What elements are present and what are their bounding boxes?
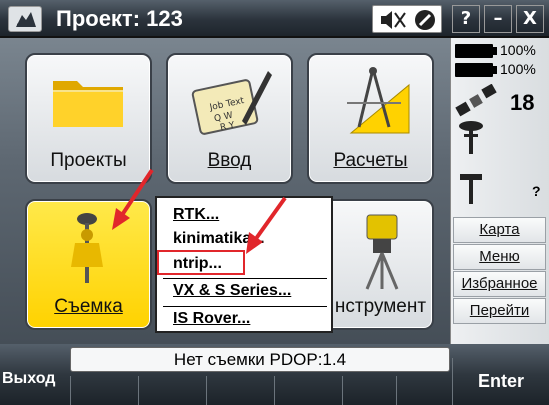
soft-key-2[interactable]	[138, 376, 206, 405]
favorites-button[interactable]: Избранное	[453, 271, 546, 297]
arrow-to-survey-icon	[112, 168, 154, 230]
goto-button[interactable]: Перейти	[453, 298, 546, 324]
exit-button[interactable]: Выход	[0, 370, 70, 388]
battery-icon	[455, 44, 493, 58]
battery-2-level: 100%	[500, 61, 536, 77]
battery-tip	[493, 66, 497, 74]
soft-key-6[interactable]	[396, 376, 452, 405]
satellite-icon[interactable]	[455, 84, 505, 118]
arrow-to-ntrip-icon	[246, 196, 287, 254]
enter-button[interactable]: Enter	[452, 358, 549, 405]
satellite-count: 18	[510, 90, 535, 115]
soft-key-1[interactable]	[70, 376, 138, 405]
unknown-status: ?	[532, 183, 541, 199]
status-line: Нет съемки PDOP:1.4	[70, 347, 450, 372]
battery-1-level: 100%	[500, 42, 536, 58]
battery-icon	[455, 63, 493, 77]
menu-button[interactable]: Меню	[453, 244, 546, 270]
map-button[interactable]: Карта	[453, 217, 546, 243]
gnss-receiver-icon[interactable]	[456, 120, 486, 156]
soft-key-3[interactable]	[206, 376, 274, 405]
rover-icon[interactable]	[456, 172, 486, 206]
battery-tip	[493, 47, 497, 55]
soft-key-5[interactable]	[342, 376, 396, 405]
soft-key-4[interactable]	[274, 376, 342, 405]
